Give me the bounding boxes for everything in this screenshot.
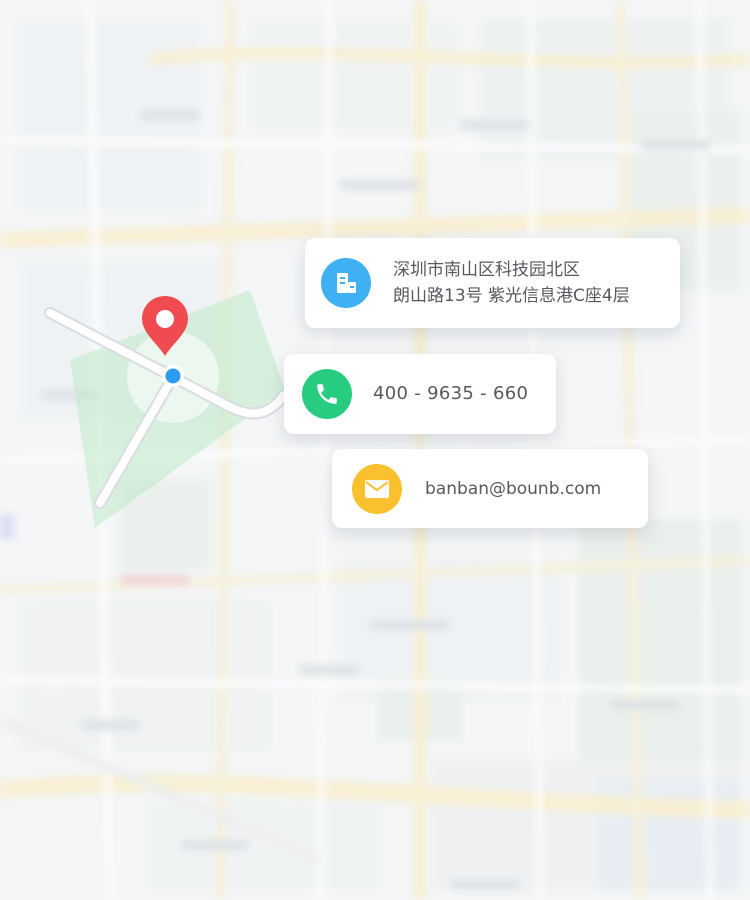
building-icon [321,258,371,308]
map-contact-view: 深圳市南山区科技园北区 朗山路13号 紫光信息港C座4层 400 - 9635 … [0,0,750,900]
address-card[interactable]: 深圳市南山区科技园北区 朗山路13号 紫光信息港C座4层 [305,238,680,328]
phone-icon [302,369,352,419]
mail-icon [352,463,402,514]
email-card[interactable]: banban@bounb.com [332,449,648,528]
phone-number[interactable]: 400 - 9635 - 660 [373,381,528,407]
address-line-2: 朗山路13号 紫光信息港C座4层 [393,286,630,306]
email-address[interactable]: banban@bounb.com [425,476,601,502]
phone-card[interactable]: 400 - 9635 - 660 [284,354,556,434]
address-line-1: 深圳市南山区科技园北区 [393,260,580,280]
address-text: 深圳市南山区科技园北区 朗山路13号 紫光信息港C座4层 [393,257,630,309]
